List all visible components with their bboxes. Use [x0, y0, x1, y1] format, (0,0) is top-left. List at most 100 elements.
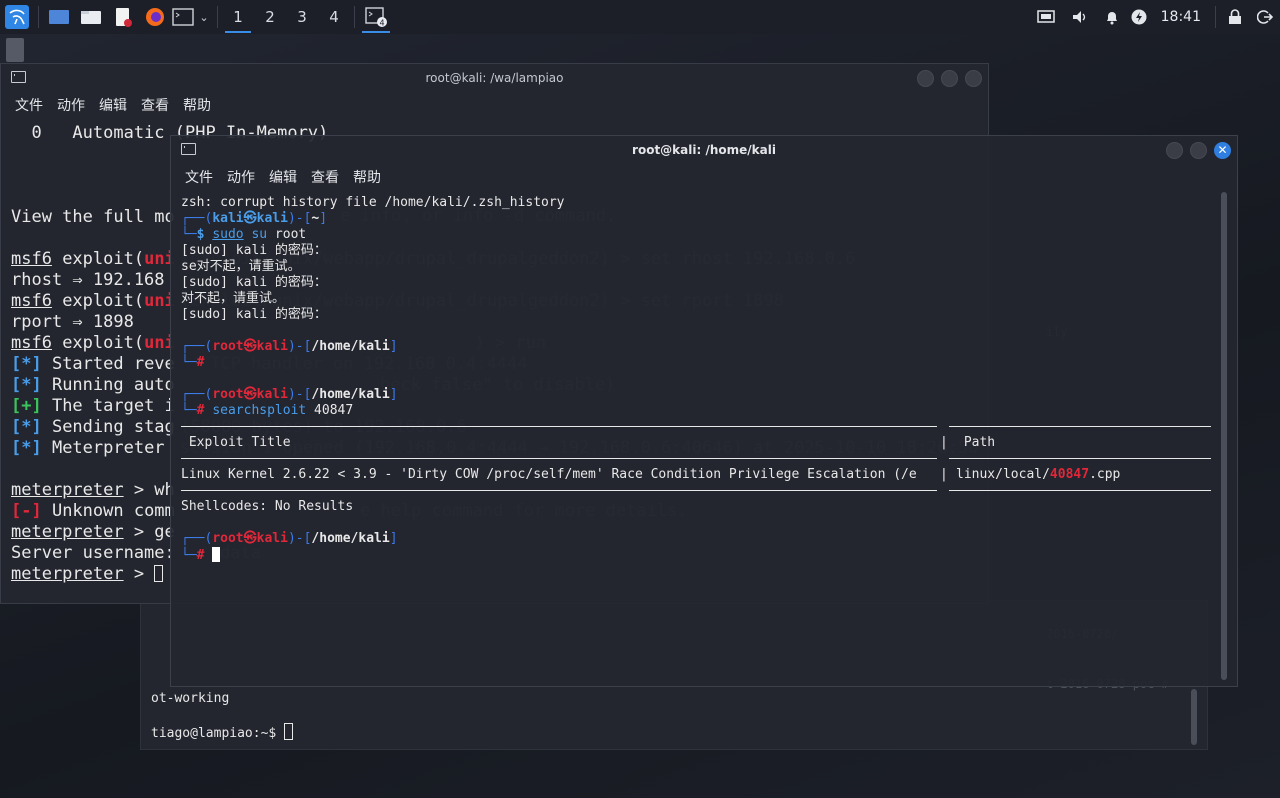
command-su: su [243, 227, 268, 242]
maximize-button[interactable] [1190, 142, 1207, 159]
close-button[interactable]: ✕ [1214, 142, 1231, 159]
terminal-window-kali[interactable]: root@kali: /home/kali ✕ 文件 动作 编辑 查看 帮助 z… [170, 135, 1238, 687]
menubar: 文件 动作 编辑 查看 帮助 [171, 165, 1237, 189]
logout-button[interactable] [1250, 0, 1280, 34]
lock-screen-button[interactable] [1220, 0, 1250, 34]
terminal-icon: 4 [365, 7, 387, 27]
maximize-button[interactable] [941, 70, 958, 87]
logout-icon [1257, 10, 1273, 24]
status-text: Unknown comm [41, 501, 175, 521]
scrollbar[interactable] [1221, 192, 1227, 680]
scrollbar[interactable] [1191, 689, 1197, 745]
table-rule [181, 458, 937, 459]
close-button[interactable] [965, 70, 982, 87]
text-editor-button[interactable] [107, 0, 139, 34]
power-bolt-icon [1131, 9, 1147, 25]
menu-view[interactable]: 查看 [304, 167, 346, 187]
panel-separator [354, 6, 355, 28]
power-manager-button[interactable] [1127, 0, 1151, 34]
menu-edit[interactable]: 编辑 [92, 95, 134, 115]
zsh-prompt-header: ┌──(root㉿kali)-[/home/kali] [181, 387, 398, 402]
meterpreter-prompt: meterpreter > [11, 564, 164, 585]
msf-prompt: msf6 exploit(uni [11, 249, 175, 270]
table-rule [181, 490, 937, 491]
titlebar[interactable]: root@kali: /wa/lampiao [1, 64, 988, 92]
chevron-down-icon[interactable]: ⌄ [195, 0, 213, 34]
prompt-dir: /home/kali [311, 531, 390, 546]
firefox-button[interactable] [139, 0, 171, 34]
command-arg: root [267, 227, 307, 242]
system-tray: 18:41 [1029, 0, 1280, 34]
menu-help[interactable]: 帮助 [176, 95, 218, 115]
show-desktop-button[interactable] [43, 0, 75, 34]
kali-menu-button[interactable] [0, 0, 34, 34]
table-rule [949, 426, 1211, 427]
minimize-button[interactable] [917, 70, 934, 87]
table-rule [949, 490, 1211, 491]
kali-logo-icon [5, 5, 29, 29]
msf-prompt: msf6 exploit(uni [11, 291, 175, 312]
column-path: Path [956, 435, 996, 450]
menu-help[interactable]: 帮助 [346, 167, 388, 187]
desktop-icon [49, 10, 69, 24]
column-exploit-title: Exploit Title [181, 435, 291, 450]
status-tag: [*] [11, 375, 42, 395]
meterpreter-label: meterpreter [11, 522, 124, 542]
output-line: rport ⇒ 1898 [11, 312, 134, 332]
status-line: [+] The target i [11, 396, 175, 417]
window-count-badge: 4 [380, 19, 385, 28]
menu-actions[interactable]: 动作 [50, 95, 92, 115]
zsh-command-line: └─$ sudo su root [181, 227, 307, 242]
zsh-prompt-header: ┌──(kali㉿kali)-[~] [181, 211, 328, 226]
speaker-icon [1072, 11, 1085, 23]
prompt-text: tiago@lampiao:~$ [151, 726, 285, 741]
output-line: [sudo] kali 的密码： [181, 275, 327, 290]
workspace-2[interactable]: 2 [254, 0, 286, 34]
taskbar-terminal-button[interactable]: 4 [359, 0, 393, 34]
msf-prompt: msf6 exploit(uni [11, 333, 175, 354]
prompt-user: root㉿kali [212, 531, 288, 546]
display-button[interactable] [1029, 0, 1063, 34]
monitor-icon [1036, 10, 1055, 23]
prompt-text: > [123, 564, 155, 584]
status-text: Sending stag [41, 417, 175, 437]
output-line: se对不起，请重试。 [181, 259, 301, 274]
meterpreter-label: meterpreter [11, 564, 124, 584]
command-arg: 40847 [306, 403, 354, 418]
msf-label: msf6 [11, 249, 52, 269]
output-line: rhost ⇒ 192.168 [11, 270, 165, 290]
status-tag: [*] [11, 354, 42, 374]
zsh-command-line: └─# [181, 547, 221, 564]
menu-file[interactable]: 文件 [1, 95, 50, 115]
minimize-button[interactable] [1166, 142, 1183, 159]
workspace-4[interactable]: 4 [318, 0, 350, 34]
notifications-button[interactable] [1097, 0, 1127, 34]
workspace-3[interactable]: 3 [286, 0, 318, 34]
terminal-launcher-button[interactable] [171, 0, 195, 34]
status-text: Started reve [41, 354, 175, 374]
menu-file[interactable]: 文件 [171, 167, 220, 187]
bell-icon [1106, 12, 1117, 25]
status-text: Running auto [41, 375, 175, 395]
meterpreter-label: meterpreter [11, 480, 124, 500]
shell-prompt: tiago@lampiao:~$ [151, 723, 294, 741]
prompt-dir: /home/kali [311, 339, 390, 354]
menu-view[interactable]: 查看 [134, 95, 176, 115]
menu-edit[interactable]: 编辑 [262, 167, 304, 187]
meterpreter-prompt: meterpreter > ge [11, 522, 175, 543]
status-tag: [*] [11, 417, 42, 437]
titlebar[interactable]: root@kali: /home/kali ✕ [171, 136, 1237, 164]
zsh-prompt-header: ┌──(root㉿kali)-[/home/kali] [181, 531, 398, 546]
cursor [284, 723, 294, 740]
file-manager-button[interactable] [75, 0, 107, 34]
window-title: root@kali: /wa/lampiao [425, 71, 564, 85]
desktop-file-icon[interactable] [6, 38, 24, 62]
table-separator: | [940, 467, 948, 482]
status-tag: [+] [11, 396, 42, 416]
clock[interactable]: 18:41 [1151, 9, 1211, 25]
zsh-prompt-header: ┌──(root㉿kali)-[/home/kali] [181, 339, 398, 354]
volume-button[interactable] [1063, 0, 1097, 34]
folder-icon [81, 11, 101, 24]
workspace-1[interactable]: 1 [222, 0, 254, 34]
menu-actions[interactable]: 动作 [220, 167, 262, 187]
